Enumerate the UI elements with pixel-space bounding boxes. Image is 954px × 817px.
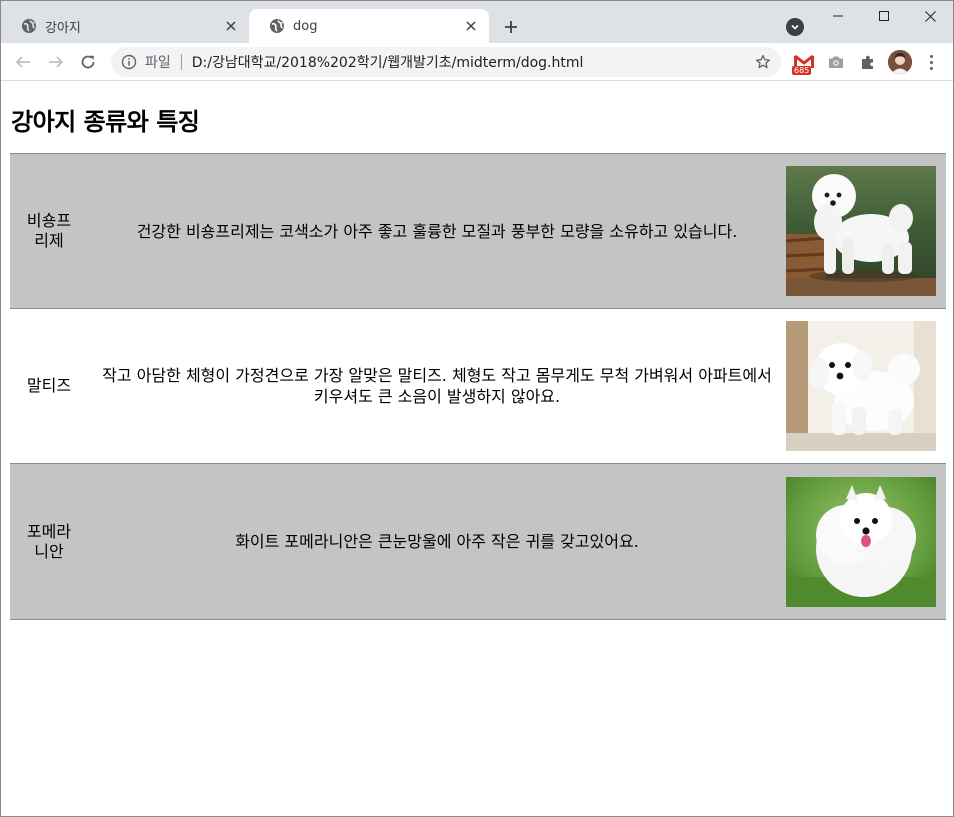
tab-title: dog <box>293 18 318 34</box>
close-tab-icon[interactable] <box>221 16 241 36</box>
browser-toolbar: 파일 D:/강남대학교/2018%202학기/웹개발기초/midterm/dog… <box>1 43 953 81</box>
maltese-photo <box>786 321 936 451</box>
gmail-count-badge: 685 <box>792 66 812 75</box>
table-row-bichon: 비숑프리제 건강한 비숑프리제는 코색소가 아주 좋고 훌륭한 모질과 풍부한 … <box>10 153 946 309</box>
browser-menu-button[interactable] <box>921 50 941 74</box>
tab-강아지[interactable]: 강아지 <box>1 9 249 43</box>
pomeranian-photo <box>786 476 936 607</box>
forward-button[interactable] <box>44 50 68 74</box>
dog-name: 말티즈 <box>10 308 88 464</box>
extensions-puzzle-icon[interactable] <box>856 50 880 74</box>
tab-dog[interactable]: dog <box>249 9 489 43</box>
dog-photo-cell <box>786 308 946 464</box>
tab-strip: 강아지 dog <box>1 1 953 43</box>
bichon-photo <box>786 166 936 296</box>
dog-photo-cell <box>786 463 946 620</box>
profile-avatar[interactable] <box>888 50 912 74</box>
tab-search-button[interactable] <box>786 18 804 36</box>
globe-icon <box>269 18 285 34</box>
dog-description: 건강한 비숑프리제는 코색소가 아주 좋고 훌륭한 모질과 풍부한 모량을 소유… <box>88 153 786 309</box>
address-bar[interactable]: 파일 D:/강남대학교/2018%202학기/웹개발기초/midterm/dog… <box>111 47 781 77</box>
info-icon[interactable] <box>121 54 137 70</box>
dog-table: 비숑프리제 건강한 비숑프리제는 코색소가 아주 좋고 훌륭한 모질과 풍부한 … <box>10 153 946 620</box>
minimize-button[interactable] <box>815 1 861 31</box>
new-tab-button[interactable] <box>499 15 523 39</box>
url-text[interactable]: D:/강남대학교/2018%202학기/웹개발기초/midterm/dog.ht… <box>192 52 753 72</box>
menu-dot <box>929 54 933 58</box>
menu-dot <box>929 66 933 70</box>
page-content: 강아지 종류와 특징 비숑프리제 건강한 비숑프리제는 코색소가 아주 좋고 훌… <box>1 82 953 816</box>
page-title: 강아지 종류와 특징 <box>11 108 200 136</box>
table-row-maltese: 말티즈 작고 아담한 체형이 가정견으로 가장 알맞은 말티즈. 체형도 작고 … <box>10 308 946 464</box>
dog-description: 작고 아담한 체형이 가정견으로 가장 알맞은 말티즈. 체형도 작고 몸무게도… <box>88 308 786 464</box>
dog-name: 포메라니안 <box>10 463 88 620</box>
browser-window: 강아지 dog 파일 D:/강남대학교/2018%202학기/웹개발기초/mid… <box>0 0 954 817</box>
close-tab-icon[interactable] <box>461 16 481 36</box>
gmail-extension-icon[interactable]: 685 <box>792 50 816 75</box>
scheme-label: 파일 <box>145 55 171 71</box>
back-button[interactable] <box>11 50 35 74</box>
reload-button[interactable] <box>76 50 100 74</box>
maximize-button[interactable] <box>861 1 907 31</box>
divider <box>180 54 182 70</box>
close-window-button[interactable] <box>907 1 953 31</box>
dog-photo-cell <box>786 153 946 309</box>
tab-title: 강아지 <box>45 20 81 36</box>
bookmark-star-icon[interactable] <box>753 52 773 72</box>
dog-description: 화이트 포메라니안은 큰눈망울에 아주 작은 귀를 갖고있어요. <box>88 463 786 620</box>
table-row-pomeranian: 포메라니안 화이트 포메라니안은 큰눈망울에 아주 작은 귀를 갖고있어요. <box>10 463 946 620</box>
camera-icon[interactable] <box>824 50 848 74</box>
menu-dot <box>929 60 933 64</box>
globe-icon <box>21 18 37 34</box>
dog-name: 비숑프리제 <box>10 153 88 309</box>
